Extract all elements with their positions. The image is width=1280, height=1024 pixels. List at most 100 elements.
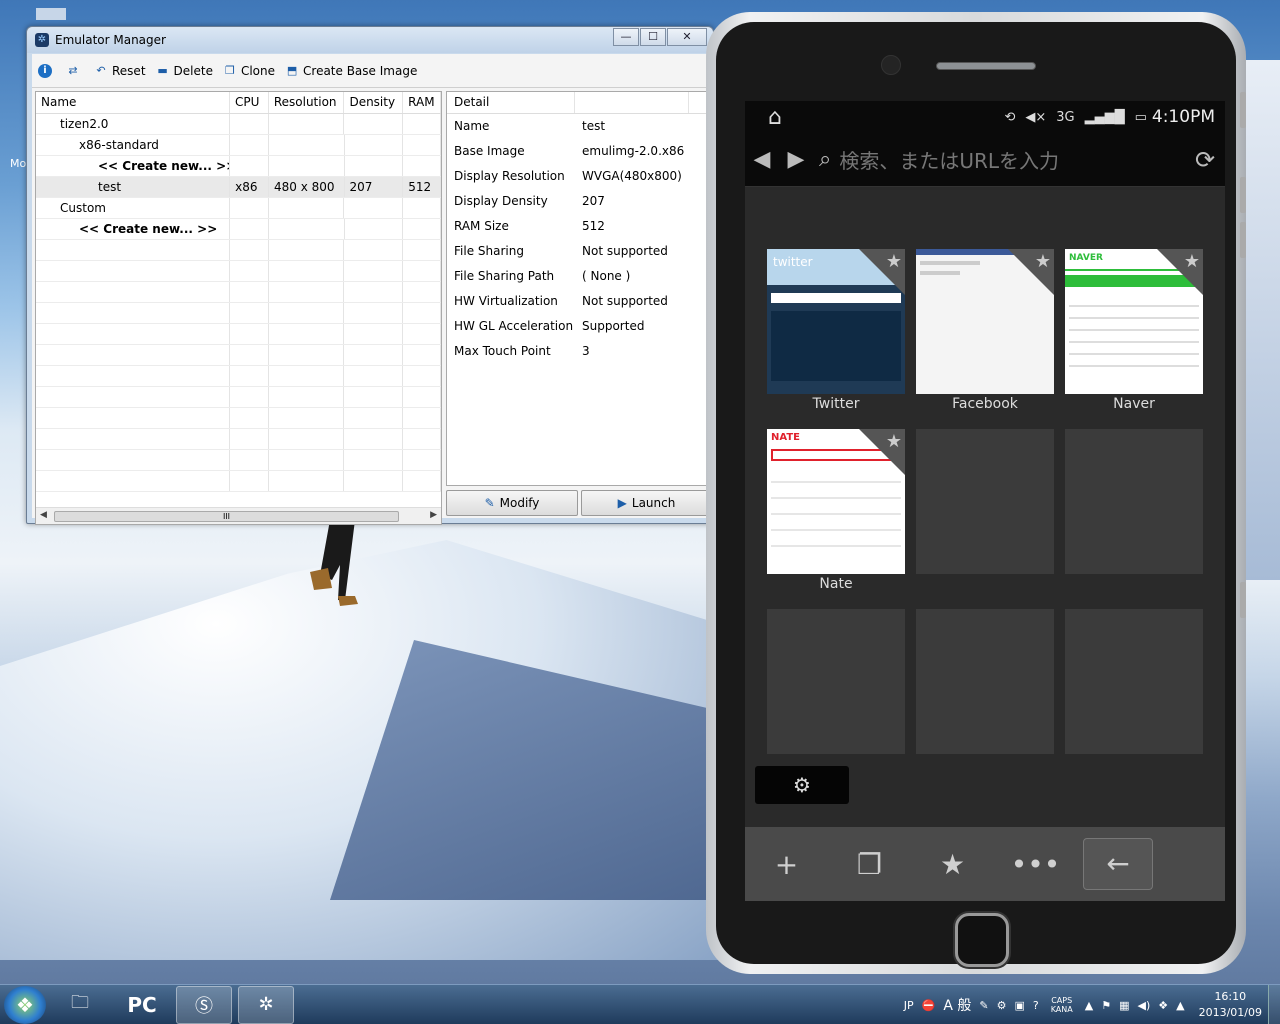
side-button[interactable] bbox=[1240, 582, 1246, 618]
taskbar-skype[interactable]: Ⓢ bbox=[176, 985, 232, 1024]
side-button[interactable] bbox=[1240, 222, 1246, 258]
arrow-left-icon: ← bbox=[1106, 847, 1130, 880]
title-bar[interactable]: ✲ Emulator Manager bbox=[27, 27, 713, 53]
tile-label: Facebook bbox=[952, 396, 1018, 412]
minimize-button[interactable]: — bbox=[613, 28, 639, 46]
tree-cell-ram bbox=[403, 156, 441, 176]
tree-cell-name: Custom bbox=[36, 198, 231, 218]
speed-dial-tile-empty[interactable] bbox=[916, 609, 1054, 754]
new-tab-button[interactable]: + bbox=[745, 848, 828, 881]
reset-button[interactable]: ↶ Reset bbox=[94, 64, 145, 78]
tree-row-custom-create-new[interactable]: << Create new... >> bbox=[36, 219, 441, 240]
scroll-left-icon[interactable]: ◀ bbox=[40, 510, 47, 520]
ime-icon[interactable]: ⛔ bbox=[922, 999, 936, 1012]
network-icon[interactable]: ▦ bbox=[1119, 999, 1129, 1012]
detail-key: File Sharing Path bbox=[454, 269, 555, 283]
speed-dial-tile-nate[interactable]: NATE ★ bbox=[767, 429, 905, 574]
star-icon[interactable]: ★ bbox=[1035, 251, 1051, 272]
maximize-button[interactable]: ☐ bbox=[640, 28, 666, 46]
speed-dial-tile-empty[interactable] bbox=[1065, 429, 1203, 574]
header-density[interactable]: Density bbox=[344, 92, 404, 113]
tree-row-custom[interactable]: Custom bbox=[36, 198, 441, 219]
taskbar-emulator-manager[interactable]: ✲ bbox=[238, 985, 294, 1024]
more-button[interactable]: ••• bbox=[994, 848, 1077, 881]
refresh-button[interactable]: ⇄ bbox=[66, 64, 84, 78]
modify-button[interactable]: ✎ Modify bbox=[446, 490, 578, 516]
speed-dial-tile-empty[interactable] bbox=[916, 429, 1054, 574]
detail-row: File Sharing Path ( None ) bbox=[447, 264, 711, 289]
url-input[interactable]: ⌕ 検索、またはURLを入力 bbox=[819, 145, 1185, 174]
header-ram[interactable]: RAM bbox=[403, 92, 441, 113]
hardware-home-button[interactable] bbox=[955, 913, 1009, 967]
scroll-thumb[interactable]: III bbox=[54, 511, 399, 522]
minus-icon: ▬ bbox=[157, 63, 168, 77]
ime-mode[interactable]: A 般 bbox=[943, 995, 971, 1015]
start-button[interactable]: ❖ bbox=[4, 985, 46, 1024]
back-icon[interactable]: ◀ bbox=[745, 147, 779, 172]
volume-icon[interactable]: ◀) bbox=[1137, 999, 1150, 1012]
header-cpu[interactable]: CPU bbox=[230, 92, 269, 113]
info-button[interactable]: i bbox=[38, 63, 56, 78]
tabs-button[interactable]: ❐ bbox=[828, 848, 911, 881]
speed-dial-tile-naver[interactable]: NAVER ★ bbox=[1065, 249, 1203, 394]
scroll-right-icon[interactable]: ▶ bbox=[430, 510, 437, 520]
empty-row bbox=[36, 366, 441, 387]
drive-icon[interactable]: ▲ bbox=[1176, 999, 1184, 1012]
tree-row-create-new[interactable]: << Create new... >> bbox=[36, 156, 441, 177]
more-icon: ••• bbox=[1010, 847, 1061, 881]
forward-icon[interactable]: ▶ bbox=[779, 147, 813, 172]
dropbox-icon[interactable]: ❖ bbox=[1158, 999, 1168, 1012]
emulator-tree[interactable]: Name CPU Resolution Density RAM tizen2.0… bbox=[35, 91, 442, 525]
taskbar-pc[interactable]: PC bbox=[114, 986, 170, 1024]
ime-dict-icon[interactable]: ⚙ bbox=[997, 999, 1007, 1012]
caps-label: CAPS bbox=[1051, 996, 1073, 1005]
phone-screen[interactable]: ⌂ ⟲ ◀× 3G ▂▄▆█ ▭ 4:10PM ◀ ▶ ⌕ 検索、またはURLを入… bbox=[745, 101, 1225, 901]
delete-label: Delete bbox=[173, 63, 213, 78]
flag-icon[interactable]: ⚑ bbox=[1101, 999, 1111, 1012]
home-icon[interactable]: ⌂ bbox=[745, 105, 805, 130]
tree-row-x86-standard[interactable]: x86-standard bbox=[36, 135, 441, 156]
tabs-icon: ❐ bbox=[856, 847, 883, 881]
side-button[interactable] bbox=[1240, 177, 1246, 213]
star-icon[interactable]: ★ bbox=[886, 251, 902, 272]
side-button[interactable] bbox=[1240, 92, 1246, 128]
tree-cell-name: x86-standard bbox=[36, 135, 231, 155]
tree-row-test[interactable]: test x86 480 x 800 207 512 bbox=[36, 177, 441, 198]
tree-cell-name: tizen2.0 bbox=[36, 114, 231, 134]
ime-tools-icon[interactable]: ▣ bbox=[1014, 999, 1024, 1012]
show-desktop-button[interactable] bbox=[1268, 985, 1280, 1024]
back-button[interactable]: ← bbox=[1083, 838, 1153, 890]
help-icon[interactable]: ? bbox=[1033, 999, 1039, 1012]
speed-dial-tile-empty[interactable] bbox=[1065, 609, 1203, 754]
empty-row bbox=[36, 471, 441, 492]
empty-row bbox=[36, 303, 441, 324]
header-resolution[interactable]: Resolution bbox=[269, 92, 345, 113]
star-icon[interactable]: ★ bbox=[886, 431, 902, 452]
tile-label: Twitter bbox=[812, 396, 860, 412]
taskbar-explorer[interactable]: 🗀 bbox=[52, 986, 108, 1024]
clone-button[interactable]: ❐ Clone bbox=[223, 64, 275, 78]
close-button[interactable]: ✕ bbox=[667, 28, 707, 46]
speed-dial-tile-facebook[interactable]: ★ bbox=[916, 249, 1054, 394]
language-indicator[interactable]: JP bbox=[904, 999, 914, 1012]
desktop-icon[interactable] bbox=[36, 8, 66, 20]
tree-row-tizen[interactable]: tizen2.0 bbox=[36, 114, 441, 135]
refresh-icon[interactable]: ⟳ bbox=[1185, 146, 1225, 174]
horizontal-scrollbar[interactable]: ◀ III ▶ bbox=[36, 507, 441, 524]
settings-button[interactable]: ⚙ bbox=[755, 766, 849, 804]
create-base-image-button[interactable]: ⬒ Create Base Image bbox=[285, 64, 418, 78]
header-name[interactable]: Name bbox=[36, 92, 230, 113]
launch-button[interactable]: ▶ Launch bbox=[581, 490, 712, 516]
tray-expand-icon[interactable]: ▲ bbox=[1085, 999, 1093, 1012]
detail-value: test bbox=[582, 119, 606, 133]
star-icon[interactable]: ★ bbox=[1184, 251, 1200, 272]
speed-dial-tile-twitter[interactable]: twitter ★ bbox=[767, 249, 905, 394]
tree-cell-den bbox=[345, 135, 404, 155]
bookmarks-button[interactable]: ★ bbox=[911, 848, 994, 881]
folder-icon: 🗀 bbox=[71, 991, 89, 1013]
clock[interactable]: 16:10 2013/01/09 bbox=[1199, 989, 1262, 1021]
tree-cell-name: test bbox=[36, 177, 231, 197]
speed-dial-tile-empty[interactable] bbox=[767, 609, 905, 754]
ime-tool-icon[interactable]: ✎ bbox=[979, 999, 988, 1012]
delete-button[interactable]: ▬ Delete bbox=[156, 64, 213, 78]
